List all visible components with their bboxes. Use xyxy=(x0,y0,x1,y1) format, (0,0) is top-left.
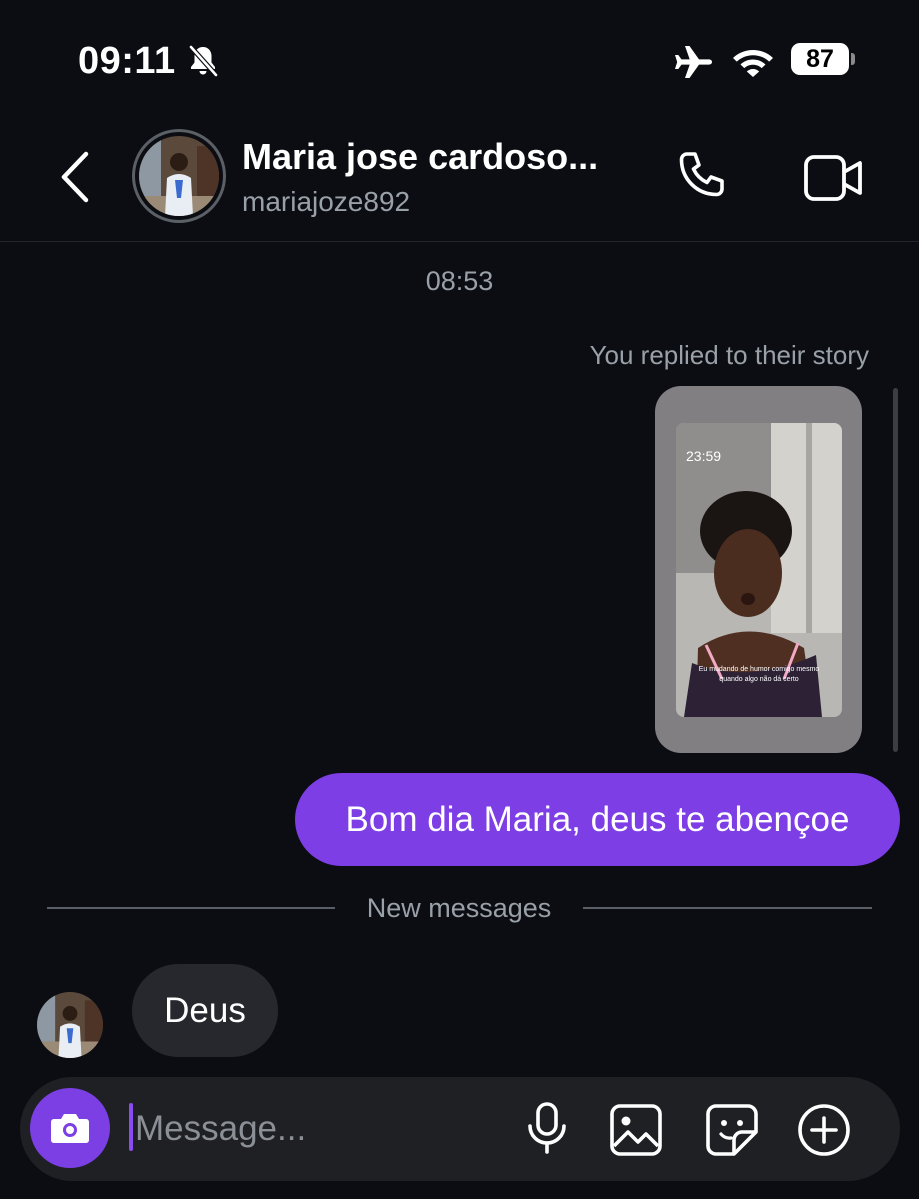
battery-icon: 87 xyxy=(791,43,849,75)
text-cursor xyxy=(129,1103,133,1151)
message-timestamp: 08:53 xyxy=(425,266,494,296)
contact-name[interactable]: Maria jose cardoso... xyxy=(242,136,598,178)
plus-circle-icon[interactable] xyxy=(796,1102,852,1163)
new-messages-divider-left xyxy=(47,907,335,909)
phone-icon[interactable] xyxy=(673,148,731,211)
bell-slash-icon xyxy=(185,43,221,84)
sticker-icon[interactable] xyxy=(704,1102,760,1163)
back-chevron-icon[interactable] xyxy=(58,150,92,209)
story-reply-note: You replied to their story xyxy=(589,340,869,370)
message-input[interactable] xyxy=(135,1104,495,1154)
sender-avatar[interactable] xyxy=(37,992,103,1058)
gallery-icon[interactable] xyxy=(608,1102,664,1163)
status-time: 09:11 xyxy=(78,40,176,82)
battery-tip xyxy=(851,53,855,65)
outgoing-message[interactable]: Bom dia Maria, deus te abençoe xyxy=(295,773,900,866)
story-time-overlay: 23:59 xyxy=(686,448,721,464)
airplane-icon xyxy=(672,44,714,85)
svg-text:Eu mudando de humor comigo mes: Eu mudando de humor comigo mesmo xyxy=(699,666,820,673)
incoming-message[interactable]: Deus xyxy=(132,964,278,1057)
header-divider xyxy=(0,241,919,242)
new-messages-label: New messages xyxy=(366,893,552,923)
camera-icon[interactable] xyxy=(47,1105,93,1156)
avatar[interactable] xyxy=(139,136,219,216)
new-messages-divider-right xyxy=(583,907,872,909)
scrollbar[interactable] xyxy=(893,388,898,752)
svg-text:quando algo não dá certo: quando algo não dá certo xyxy=(719,676,799,683)
contact-username[interactable]: mariajoze892 xyxy=(242,186,410,218)
microphone-icon[interactable] xyxy=(524,1100,570,1161)
story-thumbnail[interactable]: 23:59 Eu mudando de humor comigo mesmo q… xyxy=(676,423,842,717)
video-camera-icon[interactable] xyxy=(803,152,865,209)
wifi-icon xyxy=(731,44,775,83)
